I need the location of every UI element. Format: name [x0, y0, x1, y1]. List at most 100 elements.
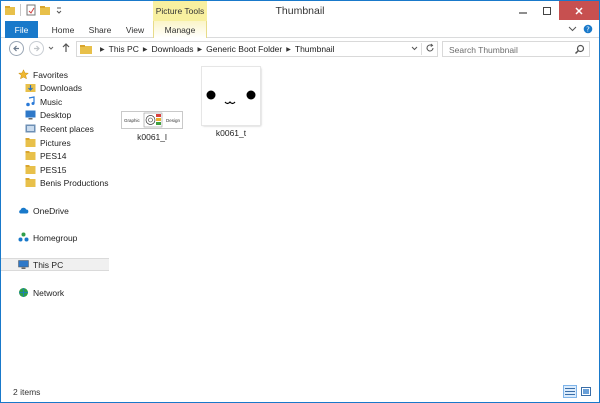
nav-item-network[interactable]: Network [1, 286, 109, 299]
status-bar: 2 items [1, 382, 599, 402]
nav-item-homegroup[interactable]: Homegroup [1, 231, 109, 244]
file-list: Graphic Design k0061_l k0061_t [111, 61, 599, 381]
ribbon-tabs: File Home Share View Manage ? [1, 21, 599, 38]
address-bar[interactable]: ▶ This PC ▶ Downloads ▶ Generic Boot Fol… [76, 41, 438, 57]
thumbnail-image: Graphic Design [121, 111, 183, 129]
breadcrumb-separator[interactable]: ▶ [143, 46, 148, 53]
item-count: 2 items [13, 387, 41, 397]
nav-item-recent-places[interactable]: Recent places [1, 122, 109, 135]
file-item-k0061-l[interactable]: Graphic Design k0061_l [121, 111, 183, 142]
large-icons-view-icon [581, 387, 591, 396]
nav-label: Desktop [40, 109, 72, 120]
qat-divider [20, 4, 21, 16]
thumbnail-image [202, 67, 260, 125]
picture-tools-header: Picture Tools [153, 1, 207, 21]
file-name[interactable]: k0061_t [216, 128, 246, 138]
folder-icon [25, 151, 36, 160]
tab-view[interactable]: View [120, 21, 150, 38]
nav-item-pes15[interactable]: PES15 [1, 163, 109, 176]
nav-label: PES15 [40, 164, 67, 175]
nav-label: Network [33, 287, 65, 298]
nav-item-benis-productions[interactable]: Benis Productions [1, 176, 109, 189]
nav-item-onedrive[interactable]: OneDrive [1, 204, 109, 217]
nav-item-this-pc[interactable]: This PC [1, 258, 109, 271]
title-bar: Picture Tools Thumbnail [1, 1, 599, 21]
file-item-k0061-t[interactable]: k0061_t [202, 67, 260, 138]
back-arrow-icon [13, 45, 19, 52]
help-icon[interactable]: ? [583, 24, 593, 36]
back-button[interactable] [9, 41, 24, 56]
network-icon [19, 288, 28, 297]
large-icons-view-button[interactable] [579, 385, 593, 398]
nav-label: Homegroup [33, 232, 78, 243]
search-placeholder: Search Thumbnail [449, 45, 518, 55]
breadcrumb-generic-boot-folder[interactable]: Generic Boot Folder [206, 44, 282, 54]
nav-label: Downloads [40, 82, 83, 93]
minimize-button[interactable] [511, 1, 535, 20]
thumb-left-text: Graphic [124, 117, 140, 123]
customize-qat-icon[interactable] [53, 4, 65, 16]
breadcrumb-separator[interactable]: ▶ [100, 46, 105, 53]
computer-icon [18, 260, 29, 269]
breadcrumb-separator[interactable]: ▶ [286, 46, 291, 53]
caption-buttons [511, 1, 599, 20]
new-folder-icon[interactable] [39, 4, 51, 16]
breadcrumb-this-pc[interactable]: This PC [109, 44, 139, 54]
expand-ribbon-icon[interactable] [568, 24, 577, 36]
recent-places-icon [25, 124, 36, 133]
forward-arrow-icon [34, 45, 40, 52]
tab-file[interactable]: File [5, 21, 38, 38]
folder-icon [80, 45, 92, 54]
details-view-button[interactable] [563, 385, 577, 398]
nav-item-pictures[interactable]: Pictures [1, 136, 109, 149]
refresh-button[interactable] [425, 43, 435, 55]
maximize-button[interactable] [535, 1, 559, 20]
nav-favorites-label: Favorites [33, 69, 68, 80]
details-view-icon [565, 388, 575, 395]
svg-text:?: ? [586, 26, 590, 34]
nav-label: This PC [33, 259, 64, 270]
star-icon [18, 69, 29, 80]
folder-icon [25, 178, 36, 187]
cloud-icon [19, 207, 29, 214]
explorer-window: Picture Tools Thumbnail File Home Share … [0, 0, 600, 403]
refresh-icon [426, 43, 434, 52]
desktop-icon [25, 110, 36, 120]
nav-item-desktop[interactable]: Desktop [1, 108, 109, 121]
nav-label: Music [40, 96, 63, 107]
folder-icon[interactable] [4, 4, 16, 16]
smiley-face-image [206, 90, 256, 105]
chevron-down-icon [48, 46, 54, 50]
up-arrow-icon [62, 43, 70, 52]
address-tail [411, 43, 435, 55]
breadcrumb-thumbnail[interactable]: Thumbnail [295, 44, 335, 54]
search-box[interactable]: Search Thumbnail [442, 41, 590, 57]
nav-label: Pictures [40, 137, 71, 148]
tab-home[interactable]: Home [46, 21, 80, 38]
quick-access-toolbar [4, 4, 65, 16]
chevron-down-icon [411, 46, 418, 50]
breadcrumb-separator[interactable]: ▶ [198, 46, 203, 53]
forward-button[interactable] [29, 41, 44, 56]
tab-manage[interactable]: Manage [153, 21, 207, 38]
nav-label: PES14 [40, 150, 67, 161]
nav-item-pes14[interactable]: PES14 [1, 149, 109, 162]
nav-item-downloads[interactable]: Downloads [1, 81, 109, 94]
nav-item-music[interactable]: Music [1, 95, 109, 108]
search-icon[interactable] [574, 44, 585, 55]
file-name[interactable]: k0061_l [137, 132, 167, 142]
close-button[interactable] [559, 1, 599, 20]
ribbon-controls: ? [568, 24, 593, 36]
view-switcher [563, 385, 593, 398]
up-button[interactable] [61, 42, 71, 56]
properties-icon[interactable] [25, 4, 37, 16]
nav-favorites[interactable]: Favorites [1, 68, 109, 81]
navigation-bar: ▶ This PC ▶ Downloads ▶ Generic Boot Fol… [1, 39, 599, 59]
tab-share[interactable]: Share [83, 21, 117, 38]
nav-label: Benis Productions [40, 177, 109, 188]
window-title: Thumbnail [275, 5, 325, 17]
navigation-pane: Favorites Downloads Music Desktop Recent… [1, 61, 109, 381]
address-history-dropdown[interactable] [411, 45, 418, 54]
breadcrumb-downloads[interactable]: Downloads [151, 44, 193, 54]
recent-locations-dropdown[interactable] [48, 45, 54, 53]
